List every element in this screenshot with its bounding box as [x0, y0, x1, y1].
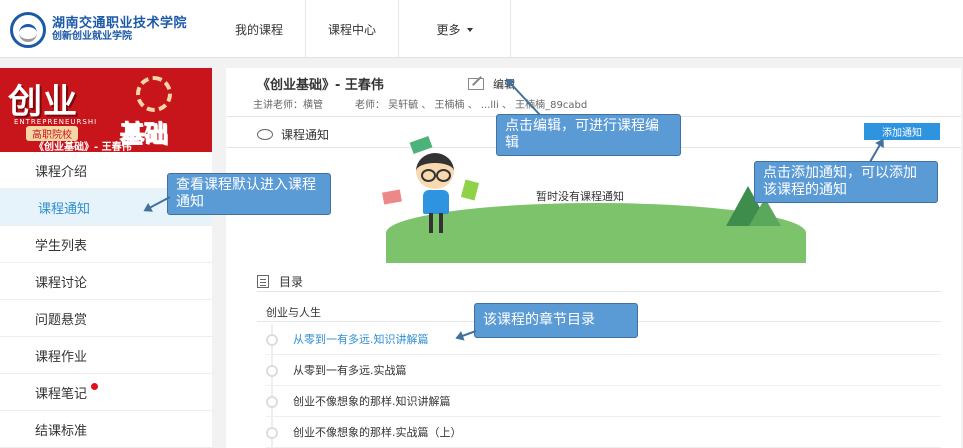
school-emblem-icon — [10, 12, 46, 48]
empty-notice-text: 暂时没有课程通知 — [536, 190, 624, 203]
divider — [257, 291, 941, 292]
callout-catalog: 该课程的章节目录 — [474, 303, 638, 338]
callout-edit: 点击编辑，可进行课程编辑 — [496, 114, 681, 156]
edit-icon — [468, 78, 484, 90]
book-icon — [382, 189, 402, 205]
lesson-item[interactable]: 从零到一有多远.实战篇 — [266, 355, 941, 386]
school-name: 湖南交通职业技术学院 — [52, 16, 188, 31]
banner-subtitle: 《创业基础》- 王春伟 — [34, 142, 132, 152]
gear-icon — [136, 76, 172, 112]
lesson-title: 从零到一有多远.实战篇 — [293, 364, 407, 377]
catalog-section-header: 目录 — [257, 273, 303, 290]
assistant-teachers: 老师： 吴轩毓 、 王楠楠 、 ...lli 、 王楠楠_89cabd — [355, 100, 588, 111]
school-logo[interactable]: 湖南交通职业技术学院 创新创业就业学院 — [10, 12, 187, 48]
book-icon — [409, 135, 433, 155]
add-notice-button[interactable]: 添加通知 — [864, 123, 940, 140]
notification-dot — [91, 382, 99, 390]
chapter-title: 创业与人生 — [266, 306, 321, 319]
sidebar-item-completion[interactable]: 结课标准 — [0, 411, 212, 448]
catalog-list-icon — [257, 275, 269, 288]
sidebar-item-discussion[interactable]: 课程讨论 — [0, 263, 212, 300]
banner-english: ENTREPRENEURSHI — [14, 118, 98, 126]
chevron-down-icon — [466, 28, 473, 32]
catalog-heading: 目录 — [279, 275, 304, 289]
lesson-title: 从零到一有多远.知识讲解篇 — [293, 333, 429, 346]
banner-title-1: 创业 — [8, 82, 78, 122]
sidebar-item-bounty[interactable]: 问题悬赏 — [0, 300, 212, 337]
sidebar-item-students[interactable]: 学生列表 — [0, 226, 212, 263]
callout-add-notice: 点击添加通知，可以添加该课程的通知 — [754, 161, 938, 203]
nav-my-courses[interactable]: 我的课程 — [213, 0, 307, 58]
book-icon — [460, 179, 480, 201]
top-navbar: 湖南交通职业技术学院 创新创业就业学院 我的课程 课程中心 更多 — [0, 0, 963, 58]
nav-more-label: 更多 — [436, 22, 461, 37]
lesson-item[interactable]: 创业不像想象的那样.知识讲解篇 — [266, 386, 941, 417]
course-banner: 创业 ENTREPRENEURSHI 高职院校 基础 《创业基础》- 王春伟 — [0, 68, 212, 152]
sidebar-item-notes[interactable]: 课程笔记 — [0, 374, 212, 411]
nav-course-center[interactable]: 课程中心 — [306, 0, 400, 58]
lesson-list: 从零到一有多远.知识讲解篇 从零到一有多远.实战篇 创业不像想象的那样.知识讲解… — [266, 324, 941, 448]
lesson-item[interactable]: 创业不像想象的那样.实战篇（上） — [266, 417, 941, 448]
lesson-title: 创业不像想象的那样.实战篇（上） — [293, 426, 462, 439]
lesson-title: 创业不像想象的那样.知识讲解篇 — [293, 395, 451, 408]
notice-section-header: 课程通知 — [257, 126, 329, 143]
school-subname: 创新创业就业学院 — [52, 31, 132, 42]
sidebar-item-homework[interactable]: 课程作业 — [0, 337, 212, 374]
course-title: 《创业基础》- 王春伟 — [257, 78, 384, 93]
lesson-node-icon — [266, 365, 278, 377]
main-nav: 我的课程 课程中心 更多 — [213, 0, 512, 58]
main-teacher: 主讲老师：横管 — [253, 100, 323, 111]
notice-heading: 课程通知 — [281, 128, 330, 142]
course-sidebar: 创业 ENTREPRENEURSHI 高职院校 基础 《创业基础》- 王春伟 课… — [0, 68, 212, 448]
lesson-node-icon — [266, 334, 278, 346]
sidebar-item-notes-label: 课程笔记 — [35, 386, 88, 402]
nav-more[interactable]: 更多 — [399, 0, 512, 58]
lesson-node-icon — [266, 396, 278, 408]
message-icon — [257, 129, 273, 140]
callout-default-notice: 查看课程默认进入课程通知 — [167, 173, 331, 215]
teacher-list: 主讲老师：横管 老师： 吴轩毓 、 王楠楠 、 ...lli 、 王楠楠_89ca… — [253, 96, 619, 111]
lesson-node-icon — [266, 427, 278, 439]
